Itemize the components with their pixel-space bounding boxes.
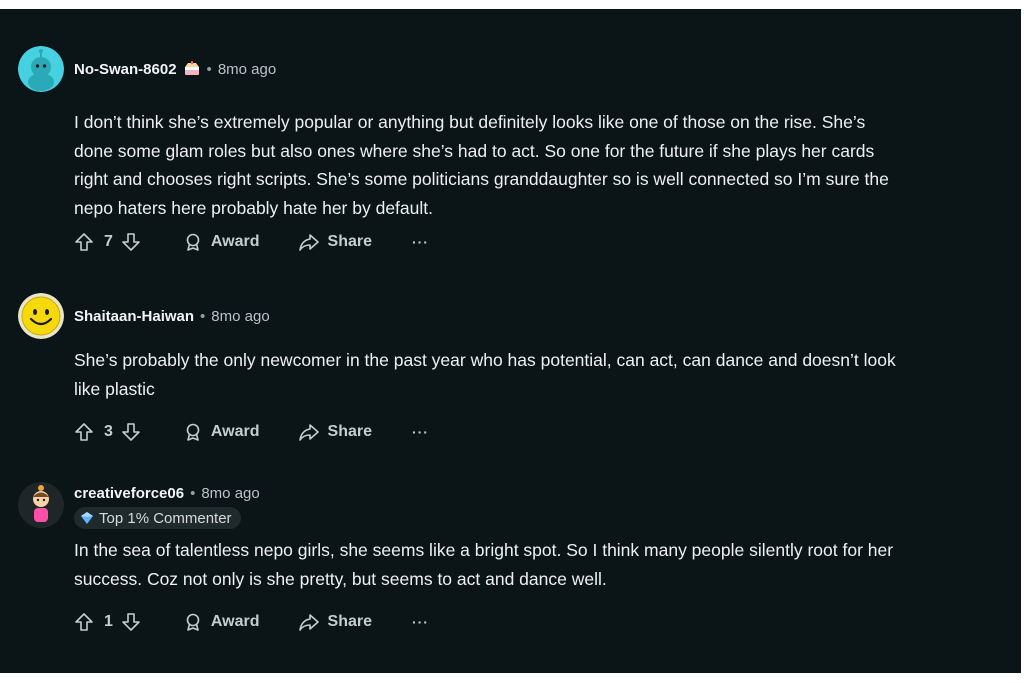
award-icon [186, 423, 200, 441]
comment-meta: creativeforce06 • 8mo ago [74, 482, 260, 504]
downvote-icon [122, 613, 140, 631]
timestamp[interactable]: 8mo ago [218, 61, 276, 78]
share-button[interactable]: Share [298, 232, 372, 252]
gem-icon [80, 511, 94, 525]
comment-body: In the sea of talentless nepo girls, she… [74, 536, 1009, 593]
share-button[interactable]: Share [298, 612, 372, 632]
upvote-icon [75, 613, 93, 631]
award-label: Award [210, 233, 260, 250]
comment-meta: No-Swan-8602 • 8mo ago [74, 58, 276, 80]
share-label: Share [327, 423, 372, 440]
share-icon [298, 424, 319, 441]
comments-panel: No-Swan-8602 • 8mo ago I don’t think she… [0, 9, 1021, 673]
share-button[interactable]: Share [298, 422, 372, 442]
top-commenter-badge[interactable]: Top 1% Commenter [74, 507, 241, 529]
more-options-button[interactable]: ··· [412, 424, 429, 440]
badge-label: Top 1% Commenter [99, 509, 232, 527]
downvote-icon [122, 233, 140, 251]
timestamp[interactable]: 8mo ago [201, 485, 259, 502]
comment-line: right and chooses right scripts. She’s s… [74, 169, 889, 189]
upvote-button[interactable] [74, 422, 94, 442]
upvote-button[interactable] [74, 612, 94, 632]
comment-body: I don’t think she’s extremely popular or… [74, 108, 1009, 222]
comment-line: done some glam roles but also ones where… [74, 140, 875, 161]
upvote-icon [75, 423, 93, 441]
vote-count: 3 [104, 423, 113, 440]
avatar[interactable] [18, 46, 64, 92]
author-name[interactable]: creativeforce06 [74, 485, 184, 502]
share-label: Share [327, 233, 372, 250]
action-bar: 7 Award Share ··· [74, 229, 429, 255]
upvote-icon [75, 233, 93, 251]
comment-line: like plastic [74, 378, 155, 399]
comment-line: nepo haters here probably hate her by de… [74, 197, 433, 218]
comment-line: She’s probably the only newcomer in the … [74, 350, 896, 370]
award-icon [186, 233, 200, 251]
avatar[interactable] [18, 482, 64, 528]
award-label: Award [210, 423, 260, 440]
comment-line: I don’t think she’s extremely popular or… [74, 112, 866, 132]
award-icon [186, 613, 200, 631]
comment-line: success. Coz not only is she pretty, but… [74, 568, 607, 589]
separator-dot: • [190, 484, 196, 502]
share-icon [298, 614, 319, 631]
award-button[interactable]: Award [183, 232, 260, 252]
author-name[interactable]: Shaitaan-Haiwan [74, 308, 194, 325]
author-name[interactable]: No-Swan-8602 [74, 61, 177, 78]
award-label: Award [210, 613, 260, 630]
downvote-button[interactable] [121, 232, 141, 252]
comment-meta: Shaitaan-Haiwan • 8mo ago [74, 305, 270, 327]
action-bar: 3 Award Share ··· [74, 419, 429, 445]
vote-count: 7 [104, 233, 113, 250]
share-label: Share [327, 613, 372, 630]
action-bar: 1 Award Share ··· [74, 609, 429, 635]
comment-body: She’s probably the only newcomer in the … [74, 346, 1009, 403]
award-button[interactable]: Award [183, 422, 260, 442]
upvote-button[interactable] [74, 232, 94, 252]
share-icon [298, 234, 319, 251]
downvote-button[interactable] [121, 612, 141, 632]
timestamp[interactable]: 8mo ago [211, 308, 269, 325]
separator-dot: • [200, 307, 206, 325]
downvote-icon [122, 423, 140, 441]
comment-line: In the sea of talentless nepo girls, she… [74, 540, 894, 560]
avatar[interactable] [18, 293, 64, 339]
more-options-button[interactable]: ··· [412, 234, 429, 250]
cake-icon [183, 61, 201, 77]
downvote-button[interactable] [121, 422, 141, 442]
separator-dot: • [206, 60, 212, 78]
more-options-button[interactable]: ··· [412, 614, 429, 630]
award-button[interactable]: Award [183, 612, 260, 632]
vote-count: 1 [104, 613, 113, 630]
